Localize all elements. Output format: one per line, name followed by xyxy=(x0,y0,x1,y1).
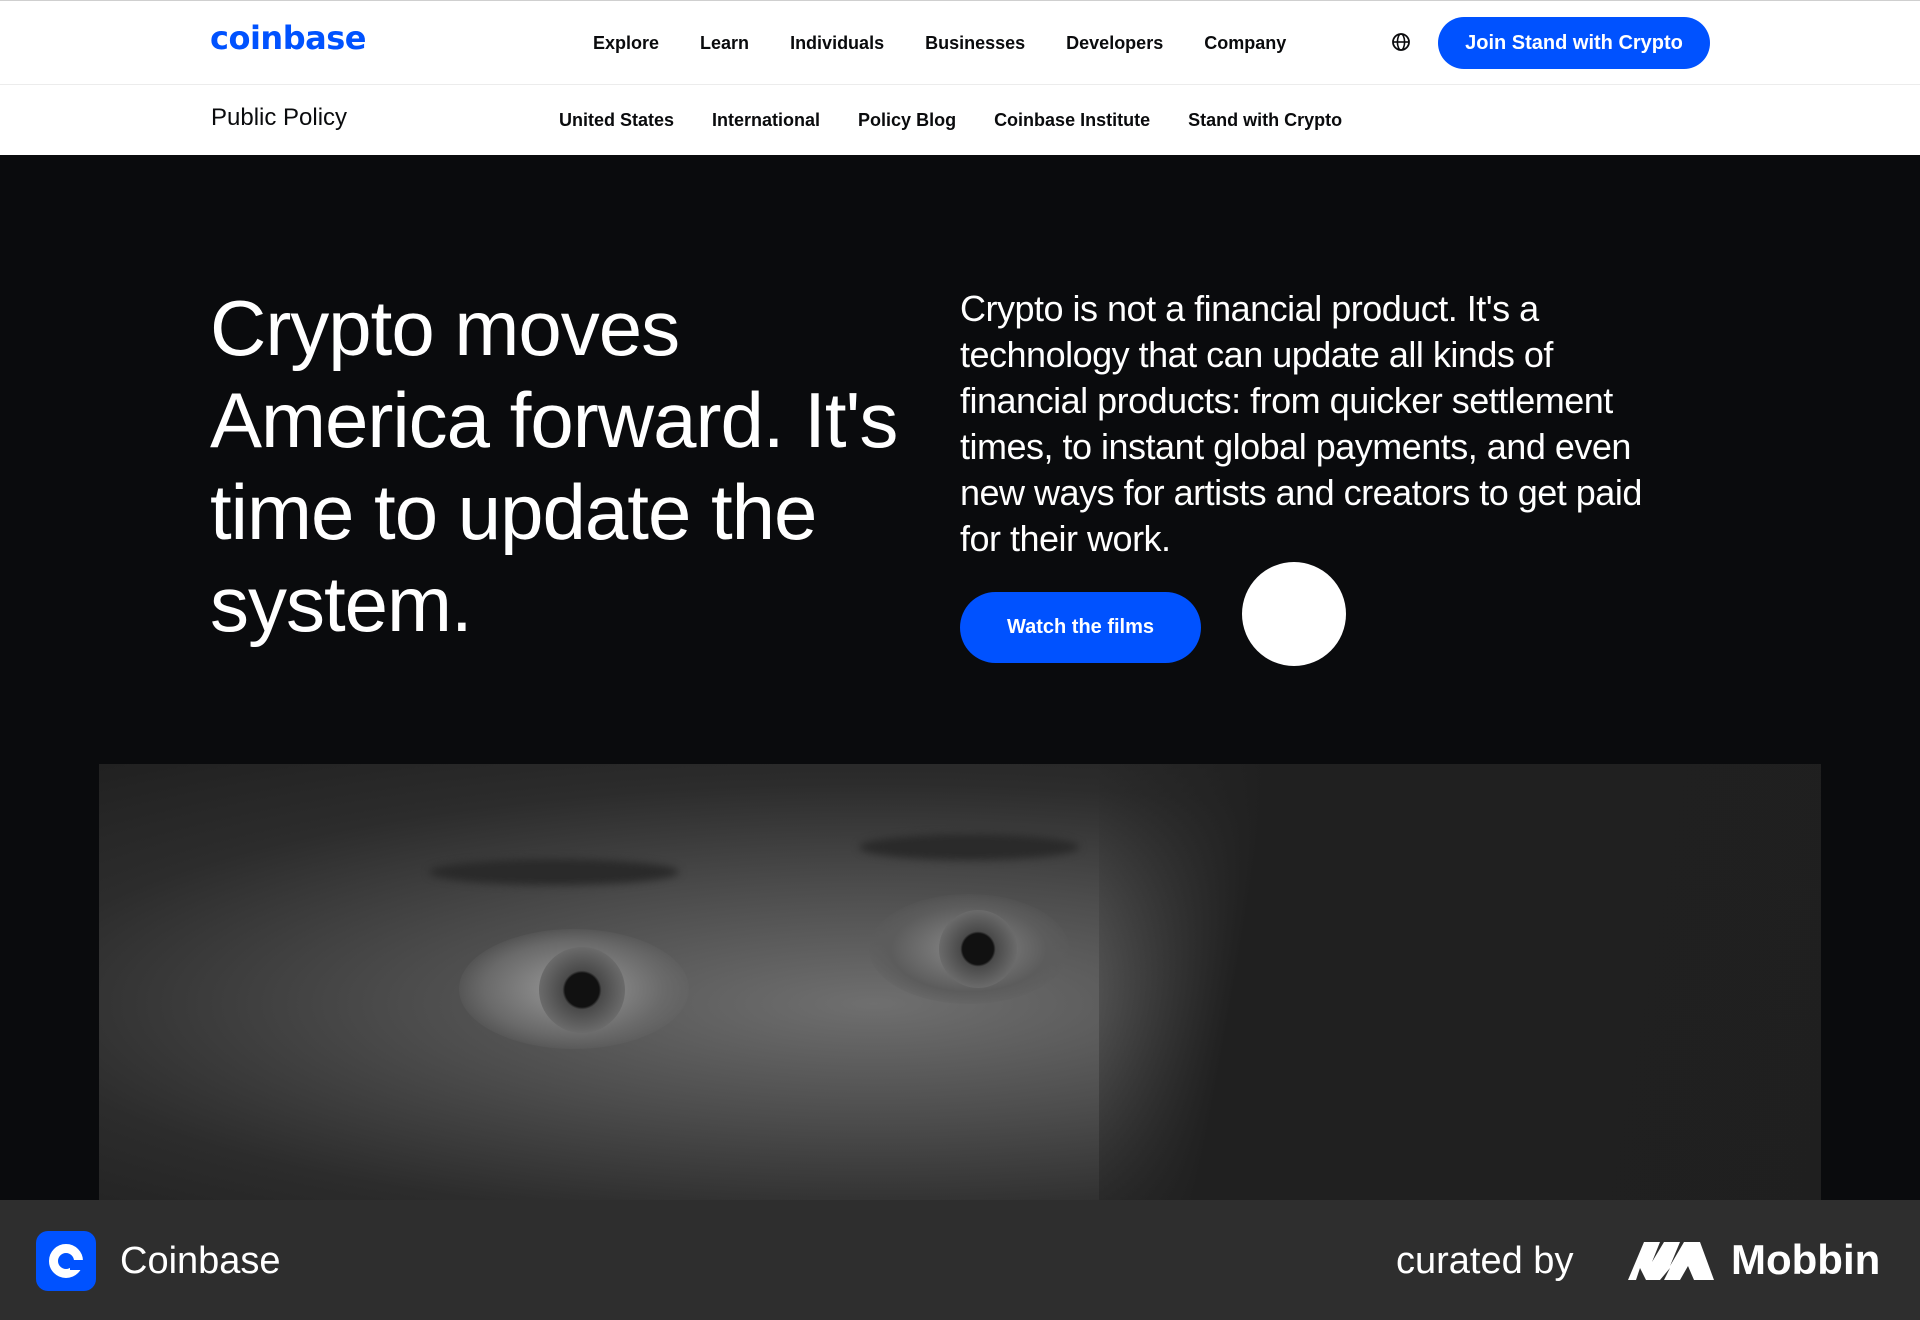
app-name: Coinbase xyxy=(120,1240,281,1282)
nav-learn[interactable]: Learn xyxy=(700,33,749,54)
mobbin-logo-icon xyxy=(1628,1242,1714,1280)
section-title[interactable]: Public Policy xyxy=(211,104,347,132)
sub-navigation: Public Policy United States Internationa… xyxy=(0,85,1920,155)
subnav-united-states[interactable]: United States xyxy=(559,110,674,131)
globe-icon[interactable] xyxy=(1391,32,1411,52)
subnav-international[interactable]: International xyxy=(712,110,820,131)
subnav-policy-blog[interactable]: Policy Blog xyxy=(858,110,956,131)
coinbase-app-icon xyxy=(36,1231,96,1291)
hero-section: Crypto moves America forward. It's time … xyxy=(0,155,1920,1200)
eyebrow-left xyxy=(429,859,679,885)
face-shadow xyxy=(1099,764,1821,1200)
watch-the-films-button[interactable]: Watch the films xyxy=(960,592,1201,663)
eye-right xyxy=(869,894,1069,1004)
footer-bar: Coinbase curated by Mobbin xyxy=(0,1200,1920,1320)
coinbase-logo[interactable]: coinbase xyxy=(210,19,366,57)
nav-businesses[interactable]: Businesses xyxy=(925,33,1025,54)
video-player[interactable] xyxy=(99,764,1821,1200)
top-navigation: coinbase Explore Learn Individuals Busin… xyxy=(0,0,1920,85)
nav-explore[interactable]: Explore xyxy=(593,33,659,54)
play-icon[interactable] xyxy=(1242,562,1346,666)
eyebrow-right xyxy=(859,834,1079,860)
nav-developers[interactable]: Developers xyxy=(1066,33,1163,54)
curated-by-label: curated by xyxy=(1396,1240,1574,1282)
policy-nav: United States International Policy Blog … xyxy=(559,85,1380,155)
subnav-stand-with-crypto[interactable]: Stand with Crypto xyxy=(1188,110,1342,131)
nav-individuals[interactable]: Individuals xyxy=(790,33,884,54)
join-stand-with-crypto-button[interactable]: Join Stand with Crypto xyxy=(1438,17,1710,69)
nav-company[interactable]: Company xyxy=(1204,33,1286,54)
primary-nav: Explore Learn Individuals Businesses Dev… xyxy=(593,1,1327,86)
subnav-coinbase-institute[interactable]: Coinbase Institute xyxy=(994,110,1150,131)
mobbin-wordmark: Mobbin xyxy=(1731,1236,1881,1283)
hero-description: Crypto is not a financial product. It's … xyxy=(960,288,1642,559)
eye-left xyxy=(459,929,689,1049)
hero-headline: Crypto moves America forward. It's time … xyxy=(210,284,898,648)
